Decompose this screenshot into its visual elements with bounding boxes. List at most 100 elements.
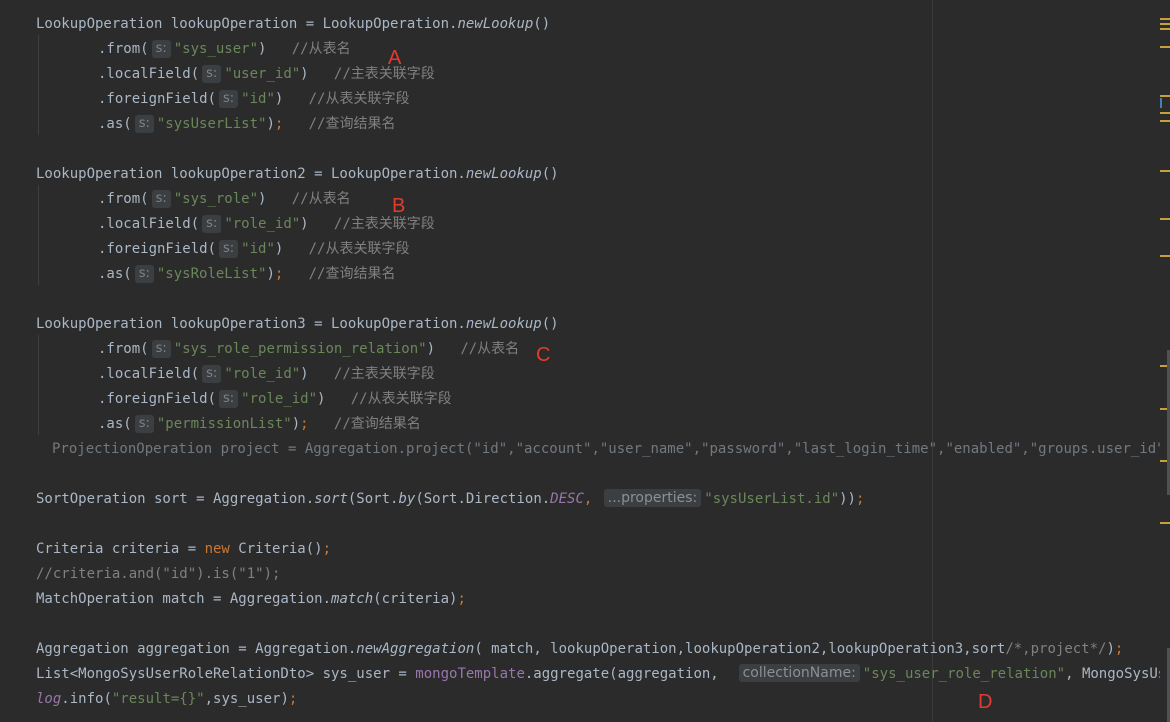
- param-hint: s:: [202, 65, 222, 83]
- scroll-marker[interactable]: [1160, 28, 1170, 30]
- code-editor[interactable]: LookupOperation lookupOperation = Lookup…: [0, 0, 1160, 722]
- code-text: (criteria): [373, 591, 458, 607]
- semicolon: ;: [322, 541, 332, 557]
- method-name: sort: [314, 491, 348, 507]
- code-line[interactable]: SortOperation sort = Aggregation.sort(So…: [36, 487, 864, 512]
- code-text: .info(: [61, 691, 112, 707]
- code-text: .foreignField(: [98, 241, 217, 257]
- scroll-marker[interactable]: [1160, 522, 1170, 524]
- indent-guide: [38, 35, 39, 135]
- code-text: .aggregate(aggregation,: [524, 666, 736, 682]
- code-text: .localField(: [98, 66, 200, 82]
- string-literal: "sys_user_role_relation": [862, 666, 1066, 682]
- code-line[interactable]: .from(s: "sys_user") //从表名: [98, 37, 351, 62]
- string-literal: "sys_user": [173, 41, 259, 57]
- code-line[interactable]: .as(s: "sysRoleList"); //查询结果名: [98, 262, 395, 287]
- string-literal: "permissionList": [156, 416, 292, 432]
- code-line[interactable]: Criteria criteria = new Criteria();: [36, 537, 331, 562]
- code-line[interactable]: LookupOperation lookupOperation2 = Looku…: [36, 162, 559, 187]
- method-name: match: [331, 591, 374, 607]
- change-marker[interactable]: [1160, 98, 1162, 108]
- method-name: newAggregation: [356, 641, 475, 657]
- string-literal: "user_id": [224, 66, 301, 82]
- code-text: ): [266, 266, 275, 282]
- scroll-marker[interactable]: [1160, 95, 1170, 97]
- param-hint: s:: [134, 415, 154, 433]
- comment: //查询结果名: [283, 266, 396, 282]
- code-text: ): [426, 341, 461, 357]
- semicolon: ;: [855, 491, 865, 507]
- scroll-marker[interactable]: [1160, 170, 1170, 172]
- scroll-marker[interactable]: [1160, 18, 1170, 20]
- param-hint: s:: [134, 265, 154, 283]
- code-text: ( match, lookupOperation,lookupOperation…: [474, 641, 1006, 657]
- method-name: newLookup: [465, 316, 542, 332]
- code-line[interactable]: MatchOperation match = Aggregation.match…: [36, 587, 466, 612]
- scroll-marker[interactable]: [1160, 112, 1170, 114]
- code-text: ): [317, 391, 351, 407]
- code-text: ): [274, 241, 309, 257]
- comment: //主表关联字段: [333, 66, 435, 82]
- indent-guide: [38, 335, 39, 435]
- code-line[interactable]: .foreignField(s: "id") //从表关联字段: [98, 237, 409, 262]
- code-text: ): [274, 91, 309, 107]
- annotation-label-c: C: [536, 344, 551, 366]
- string-literal: "sys_role_permission_relation": [173, 341, 427, 357]
- right-margin-guide: [932, 0, 933, 722]
- code-line[interactable]: List<MongoSysUserRoleRelationDto> sys_us…: [36, 662, 1160, 687]
- scroll-marker[interactable]: [1160, 218, 1170, 220]
- string-literal: "sysUserList.id": [704, 491, 840, 507]
- param-hint: ...properties:: [603, 489, 702, 507]
- comment: //从表关联字段: [308, 241, 410, 257]
- code-line[interactable]: LookupOperation lookupOperation = Lookup…: [36, 12, 550, 37]
- code-line[interactable]: .localField(s: "user_id") //主表关联字段: [98, 62, 435, 87]
- code-line[interactable]: LookupOperation lookupOperation3 = Looku…: [36, 312, 559, 337]
- code-line[interactable]: .localField(s: "role_id") //主表关联字段: [98, 362, 435, 387]
- code-text: (): [541, 316, 559, 332]
- code-line[interactable]: .as(s: "permissionList"); //查询结果名: [98, 412, 421, 437]
- code-line[interactable]: .from(s: "sys_role_permission_relation") …: [98, 337, 519, 362]
- param-hint: collectionName:: [738, 664, 860, 682]
- comment: //从表关联字段: [308, 91, 410, 107]
- param-hint: s:: [151, 40, 171, 58]
- code-line[interactable]: //criteria.and("id").is("1");: [36, 562, 280, 587]
- code-text: LookupOperation lookupOperation2 = Looku…: [36, 166, 466, 182]
- code-text: .from(: [98, 341, 149, 357]
- code-line[interactable]: .as(s: "sysUserList"); //查询结果名: [98, 112, 395, 137]
- scroll-marker[interactable]: [1160, 120, 1170, 122]
- code-text: LookupOperation lookupOperation = Lookup…: [36, 16, 458, 32]
- code-line[interactable]: .foreignField(s: "role_id") //从表关联字段: [98, 387, 452, 412]
- param-hint: s:: [134, 115, 154, 133]
- code-text: ,: [583, 491, 601, 507]
- code-line[interactable]: .from(s: "sys_role") //从表名: [98, 187, 351, 212]
- editor-scrollbar[interactable]: [1160, 0, 1170, 722]
- code-text: Criteria(): [229, 541, 323, 557]
- string-literal: "id": [241, 241, 275, 257]
- param-hint: s:: [219, 390, 239, 408]
- code-line[interactable]: .localField(s: "role_id") //主表关联字段: [98, 212, 435, 237]
- param-hint: s:: [219, 90, 239, 108]
- string-literal: "sysRoleList": [156, 266, 267, 282]
- comment: //主表关联字段: [333, 366, 435, 382]
- code-text: ): [258, 41, 292, 57]
- string-literal: "role_id": [241, 391, 318, 407]
- code-line[interactable]: log.info("result={}",sys_user);: [36, 687, 297, 712]
- string-literal: "role_id": [224, 216, 301, 232]
- code-line[interactable]: .foreignField(s: "id") //从表关联字段: [98, 87, 409, 112]
- code-text: )): [839, 491, 856, 507]
- code-text: ): [300, 66, 334, 82]
- code-text: Aggregation aggregation = Aggregation.: [36, 641, 357, 657]
- code-text: .localField(: [98, 216, 200, 232]
- code-text: (): [533, 16, 551, 32]
- comment: //从表关联字段: [350, 391, 452, 407]
- scroll-marker[interactable]: [1160, 46, 1170, 48]
- indent-guide: [38, 185, 39, 285]
- code-text: .from(: [98, 191, 149, 207]
- scroll-marker[interactable]: [1160, 255, 1170, 257]
- code-text: Criteria criteria =: [36, 541, 205, 557]
- scroll-marker[interactable]: [1160, 23, 1170, 25]
- code-text: LookupOperation lookupOperation3 = Looku…: [36, 316, 466, 332]
- code-line-unused[interactable]: ProjectionOperation project = Aggregatio…: [52, 437, 1160, 462]
- code-text: ): [258, 191, 292, 207]
- code-line[interactable]: Aggregation aggregation = Aggregation.ne…: [36, 637, 1123, 662]
